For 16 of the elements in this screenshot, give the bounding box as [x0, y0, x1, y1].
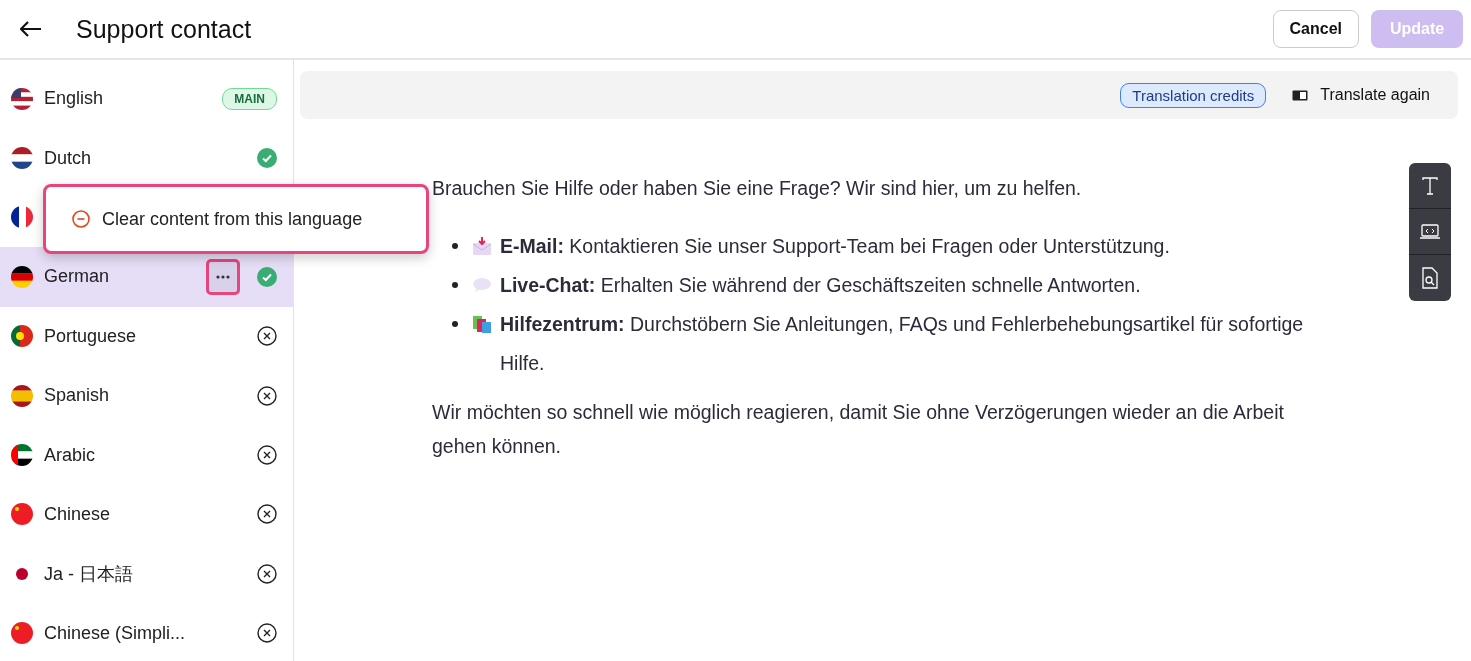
language-name: Dutch — [44, 147, 92, 169]
language-name: German — [44, 266, 110, 288]
language-name: English — [44, 88, 104, 110]
paragraph: Wir möchten so schnell wie möglich reagieren, damit Sie ohne Verzögerungen wieder an die Arbeit gehen können. — [432, 400, 1285, 459]
bullet-text: E-Mail: Kontaktieren Sie unser Support-Team bei Fragen oder Unterstützung. — [500, 234, 1170, 259]
main-badge: MAIN — [222, 87, 277, 110]
bullet-text: Live-Chat: Erhalten Sie während der Geschäftszeiten schnelle Antworten. — [500, 273, 1141, 298]
language-name: Ja - 日本語 — [44, 562, 133, 586]
page-title: Support contact — [76, 14, 252, 44]
language-name: Portuguese — [44, 325, 137, 347]
language-name: Arabic — [44, 444, 96, 466]
bullet-text: Hilfezentrum: Durchstöbern Sie Anleitungen, FAQs und Fehlerbehebungsartikel für sofortige Hilfe. — [500, 312, 1305, 376]
language-name: Chinese (Simpli... — [44, 622, 186, 644]
paragraph: Brauchen Sie Hilfe oder haben Sie eine Frage? Wir sind hier, um zu helfen. — [432, 176, 1083, 201]
language-name: Spanish — [44, 385, 110, 407]
language-name: Chinese — [44, 503, 111, 525]
